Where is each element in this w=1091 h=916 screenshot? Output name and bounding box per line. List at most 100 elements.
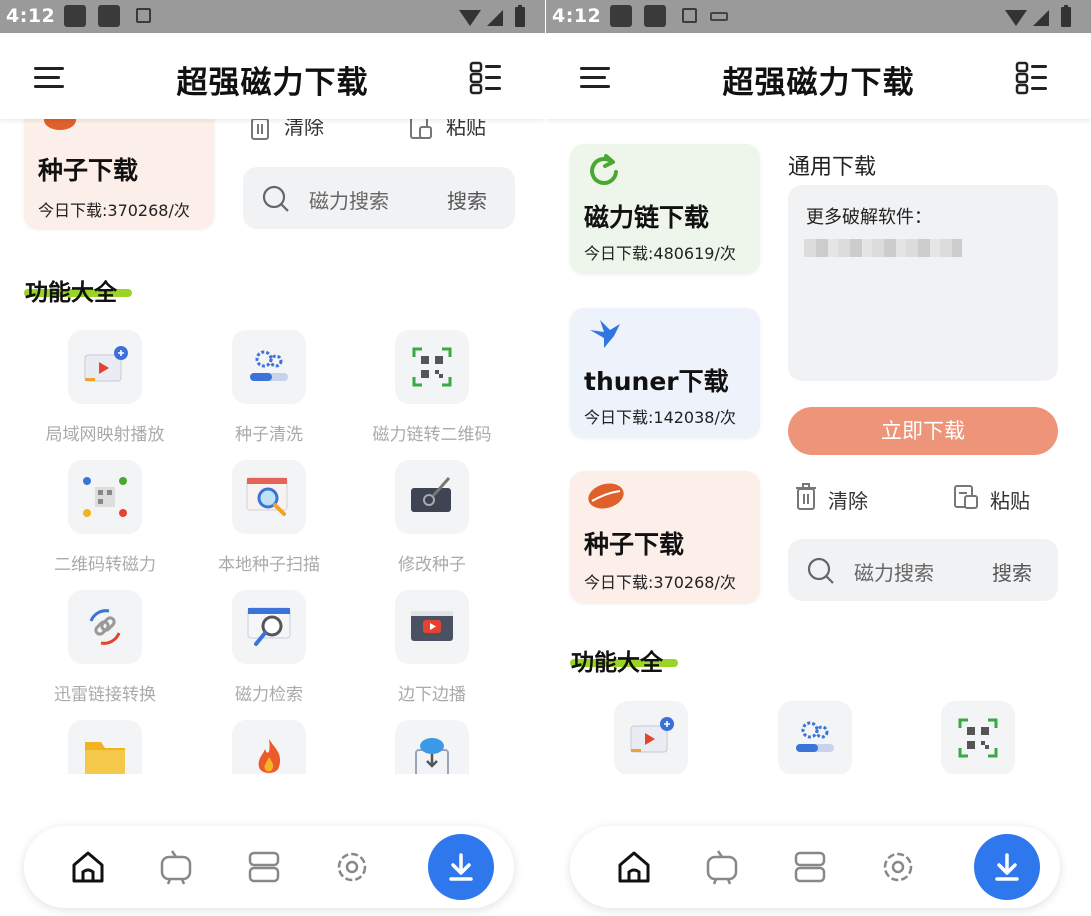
settings-icon[interactable] (879, 848, 917, 886)
phone-screen-right: 4:12 超强磁力下载 磁力链下载 今日下载:480619/次 thuner下载… (546, 0, 1091, 916)
home-icon[interactable] (69, 848, 107, 886)
blurred-link (804, 239, 962, 257)
feature-label: 修改种子 (398, 555, 466, 575)
tv-icon[interactable] (703, 848, 741, 886)
magnet-icon (590, 154, 618, 185)
feature-label: 本地种子扫描 (218, 555, 320, 575)
feature-item[interactable]: 磁力检索 (194, 590, 344, 720)
paste-icon[interactable] (408, 119, 434, 141)
clear-button[interactable]: 清除 (828, 485, 868, 514)
thunder-card-stat: 今日下载:142038/次 (584, 408, 736, 427)
trash-icon[interactable] (794, 483, 818, 511)
paste-button[interactable]: 粘贴 (990, 485, 1030, 514)
search-scan-icon (232, 460, 306, 534)
search-button[interactable]: 搜索 (992, 557, 1032, 586)
download-now-button[interactable]: 立即下载 (788, 407, 1058, 455)
search-input[interactable]: 磁力搜索 (854, 557, 934, 586)
signal-battery-icon (459, 5, 525, 27)
folder-icon (68, 720, 142, 774)
features-title: 功能大全 (25, 280, 117, 306)
paste-button[interactable]: 粘贴 (446, 119, 486, 140)
feature-item[interactable]: 磁力链转二维码 (357, 330, 507, 460)
feature-item[interactable] (194, 720, 344, 774)
home-icon[interactable] (615, 848, 653, 886)
thunder-card-title: thuner下载 (584, 367, 729, 396)
search-button[interactable]: 搜索 (447, 185, 487, 214)
feature-item[interactable]: 局域网映射播放 (30, 330, 180, 460)
seed-card-stat: 今日下载:370268/次 (584, 573, 736, 592)
thunder-download-card[interactable]: thuner下载 今日下载:142038/次 (570, 308, 760, 438)
fire-icon (232, 720, 306, 774)
feature-label: 局域网映射播放 (45, 425, 165, 445)
tv-icon[interactable] (157, 848, 195, 886)
trash-icon[interactable] (248, 119, 272, 141)
scroll-content[interactable]: 磁力链下载 今日下载:480619/次 thuner下载 今日下载:142038… (546, 119, 1091, 774)
status-bar: 4:12 (546, 0, 1091, 33)
status-time: 4:12 (552, 5, 602, 27)
download-arrow-icon (449, 853, 473, 881)
feature-item[interactable]: 边下边播 (357, 590, 507, 720)
video-play-icon (395, 590, 469, 664)
feature-label: 迅雷链接转换 (54, 685, 156, 705)
feature-label: 磁力检索 (235, 685, 303, 705)
magnet-search-icon (232, 590, 306, 664)
feature-item[interactable]: 种子清洗 (194, 330, 344, 460)
magnet-card-stat: 今日下载:480619/次 (584, 244, 736, 263)
status-time: 4:12 (6, 5, 56, 27)
magnet-download-card[interactable]: 磁力链下载 今日下载:480619/次 (570, 144, 760, 274)
bottom-navigation (570, 826, 1060, 908)
bottom-navigation (24, 826, 514, 908)
search-input[interactable]: 磁力搜索 (309, 185, 389, 214)
feature-item[interactable]: 磁力链转二维码 (903, 701, 1053, 774)
feature-item[interactable] (30, 720, 180, 774)
list-view-icon[interactable] (469, 61, 503, 95)
seed-download-card[interactable]: 种子下载 今日下载:370268/次 (24, 119, 214, 229)
download-arrow-icon (995, 853, 1019, 881)
app-title: 超强磁力下载 (722, 65, 915, 101)
general-download-title: 通用下载 (788, 155, 877, 180)
download-fab[interactable] (974, 834, 1040, 900)
link-input-area[interactable]: 更多破解软件： (788, 185, 1058, 381)
notification-a-icon (136, 8, 151, 23)
layers-icon[interactable] (791, 848, 829, 886)
qr-code-icon (941, 701, 1015, 774)
feature-item[interactable]: 本地种子扫描 (194, 460, 344, 590)
clear-button[interactable]: 清除 (284, 119, 324, 140)
feature-item[interactable]: 修改种子 (357, 460, 507, 590)
app-bar: 超强磁力下载 (546, 33, 1091, 119)
search-bar[interactable]: 磁力搜索 搜索 (243, 167, 515, 229)
feature-label: 磁力链转二维码 (372, 425, 492, 445)
feature-item[interactable]: 迅雷链接转换 (30, 590, 180, 720)
bird-icon (590, 320, 620, 348)
search-icon (807, 557, 834, 584)
search-bar[interactable]: 磁力搜索 搜索 (788, 539, 1058, 601)
paste-icon[interactable] (952, 483, 980, 511)
edit-tablet-icon (395, 460, 469, 534)
features-title: 功能大全 (571, 650, 663, 676)
notification-icon (98, 5, 120, 27)
download-fab[interactable] (428, 834, 494, 900)
feature-label: 二维码转磁力 (54, 555, 156, 575)
feature-item[interactable]: 种子清洗 (740, 701, 890, 774)
gears-icon (232, 330, 306, 404)
cloud-download-icon (395, 720, 469, 774)
seed-card-title: 种子下载 (584, 530, 685, 559)
link-input-text[interactable]: 更多破解软件： (806, 203, 932, 229)
feature-item[interactable]: 局域网映射播放 (576, 701, 726, 774)
seed-card-stat: 今日下载:370268/次 (38, 201, 190, 220)
seed-card-title: 种子下载 (38, 156, 139, 185)
feature-item[interactable]: 二维码转磁力 (30, 460, 180, 590)
qr-convert-icon (68, 460, 142, 534)
seed-download-card[interactable]: 种子下载 今日下载:370268/次 (570, 471, 760, 603)
feature-label: 种子清洗 (235, 425, 303, 445)
feature-item[interactable] (357, 720, 507, 774)
keyboard-icon (710, 12, 728, 21)
app-title: 超强磁力下载 (176, 65, 369, 101)
app-bar: 超强磁力下载 (0, 33, 545, 119)
list-view-icon[interactable] (1015, 61, 1049, 95)
layers-icon[interactable] (245, 848, 283, 886)
scroll-content[interactable]: 种子下载 今日下载:370268/次 清除 粘贴 磁力搜索 搜索 功能大全 局域 (0, 119, 545, 774)
notification-icon (610, 5, 632, 27)
settings-icon[interactable] (333, 848, 371, 886)
phone-screen-left: 4:12 超强磁力下载 种子下载 今日下载:370268/次 清除 粘贴 磁力搜… (0, 0, 545, 916)
